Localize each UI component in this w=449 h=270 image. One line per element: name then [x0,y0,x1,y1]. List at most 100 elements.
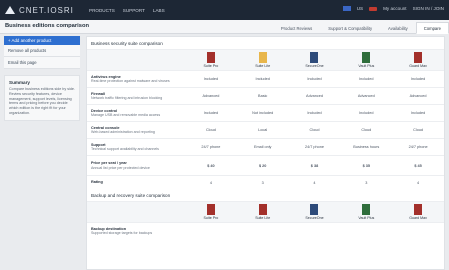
row-value: 24/7 phone [201,145,221,149]
comparison-row: Rating 4 3 4 3 4 [87,175,444,189]
row-value: Included [410,111,426,115]
remove-all-link[interactable]: Remove all products [4,45,80,57]
row-value: Advanced [357,94,375,98]
product-column[interactable]: Vault Plus [340,202,392,222]
row-value: $ 40 [207,163,215,168]
row-value: Included [203,111,219,115]
page-header: Business editions comparison Product Rev… [0,20,449,34]
comparison-row: Support Technical support availability an… [87,138,444,155]
product-name[interactable]: Suite Pro [204,64,219,68]
row-value: Cloud [309,128,320,132]
product-column[interactable]: SecureOne [289,202,341,222]
row-value: $ 45 [414,163,422,168]
comparison-row: Backup destination Supported storage targ… [87,222,444,239]
comparison-panel: Business security suite comparison Suite … [86,36,445,270]
top-navigation-bar: CNET.IOSRI PRODUCTS SUPPORT LABS US My a… [0,0,449,20]
email-page-link[interactable]: Email this page [4,57,80,69]
row-value: Cloud [205,128,216,132]
row-value: Local [258,128,268,132]
product-column[interactable]: Guard Max [392,50,444,70]
main-nav: PRODUCTS SUPPORT LABS [89,8,165,13]
row-value: 3 [365,180,368,185]
nav-support[interactable]: SUPPORT [123,8,145,13]
row-label: Price per seat / year Annual list price p… [87,159,185,172]
product-column[interactable]: Suite Pro [185,50,237,70]
product-name[interactable]: Suite Lite [255,64,270,68]
summary-text: Compare business editions side by side. … [9,87,76,115]
product-column[interactable]: Vault Plus [340,50,392,70]
row-value: Included [410,77,426,81]
tab-product-reviews[interactable]: Product Reviews [273,22,320,34]
nav-labs[interactable]: LABS [153,8,165,13]
product-header-row: Suite Pro Suite Lite SecureOne Vault Plus Gu… [87,49,444,70]
product-column[interactable]: Suite Pro [185,202,237,222]
row-value: Email only [253,145,272,149]
product-box-icon [414,204,423,215]
product-name[interactable]: Vault Plus [358,64,374,68]
tab-availability[interactable]: Availability [380,22,416,34]
row-label: Device control Manage USB and removable m… [87,107,185,120]
product-column[interactable]: Suite Lite [237,50,289,70]
brand-name: CNET.IOSRI [19,5,74,15]
row-value: $ 35 [362,163,370,168]
tab-strip: Product Reviews Support & Compatibility … [273,22,449,34]
comparison-sections: Business security suite comparison Suite … [87,37,444,239]
product-name[interactable]: SecureOne [305,216,323,220]
comparison-row: Firewall Network traffic filtering and in… [87,87,444,104]
comparison-row: Device control Manage USB and removable m… [87,104,444,121]
product-box-icon [362,52,371,63]
product-name[interactable]: Suite Lite [255,216,270,220]
product-box-icon [310,52,319,63]
section-title: Business security suite comparison [91,41,163,46]
row-value: 24/7 phone [408,145,428,149]
row-description: Supported storage targets for backups [91,231,153,235]
product-name[interactable]: Guard Max [409,216,427,220]
product-name[interactable]: Vault Plus [358,216,374,220]
product-column[interactable]: SecureOne [289,50,341,70]
add-product-button[interactable]: + Add another product [4,36,80,45]
product-box-icon [310,204,319,215]
logo-icon [5,6,15,14]
product-column[interactable]: Suite Lite [237,202,289,222]
product-box-icon [258,52,267,63]
row-value: 4 [209,180,212,185]
product-box-icon [206,52,215,63]
row-value: Cloud [361,128,372,132]
region-link[interactable]: US [357,6,363,11]
brand-logo[interactable]: CNET.IOSRI [5,6,75,15]
product-name[interactable]: Suite Pro [204,216,219,220]
nav-products[interactable]: PRODUCTS [89,8,115,13]
notification-icon[interactable] [369,6,378,11]
my-account-link[interactable]: My account [383,6,407,11]
row-value: 24/7 phone [304,145,324,149]
summary-title: Summary [9,80,30,85]
summary-box: Summary Compare business editions side b… [4,75,80,121]
page-title: Business editions comparison [5,23,90,29]
row-label: Backup destination Supported storage targ… [87,225,185,238]
row-value: Basic [258,94,268,98]
row-value: Included [203,77,219,81]
product-box-icon [362,204,371,215]
product-box-icon [414,52,423,63]
product-name[interactable]: SecureOne [305,64,323,68]
product-name[interactable]: Guard Max [409,64,427,68]
sign-in-link[interactable]: SIGN IN / JOIN [413,6,444,11]
flag-icon[interactable] [342,6,351,11]
row-value: Advanced [202,94,220,98]
comparison-row: Central console Web-based administration … [87,121,444,138]
row-value: Included [307,77,322,81]
tab-support-compatibility[interactable]: Support & Compatibility [320,22,380,34]
row-value: Included [359,111,374,115]
row-description: Technical support availability and chann… [91,147,159,151]
row-value: Not included [252,111,274,115]
product-column[interactable]: Guard Max [392,202,444,222]
tab-compare[interactable]: Compare [415,22,449,34]
row-value: Advanced [409,94,427,98]
product-box-icon [206,204,215,215]
row-value: 4 [313,180,316,185]
row-description: Network traffic filtering and intrusion … [91,96,163,100]
account-area: US My account SIGN IN / JOIN [342,6,444,11]
row-description: Manage USB and removable media access [91,113,161,117]
row-value: Business hours [353,145,380,149]
row-value: Included [359,77,374,81]
